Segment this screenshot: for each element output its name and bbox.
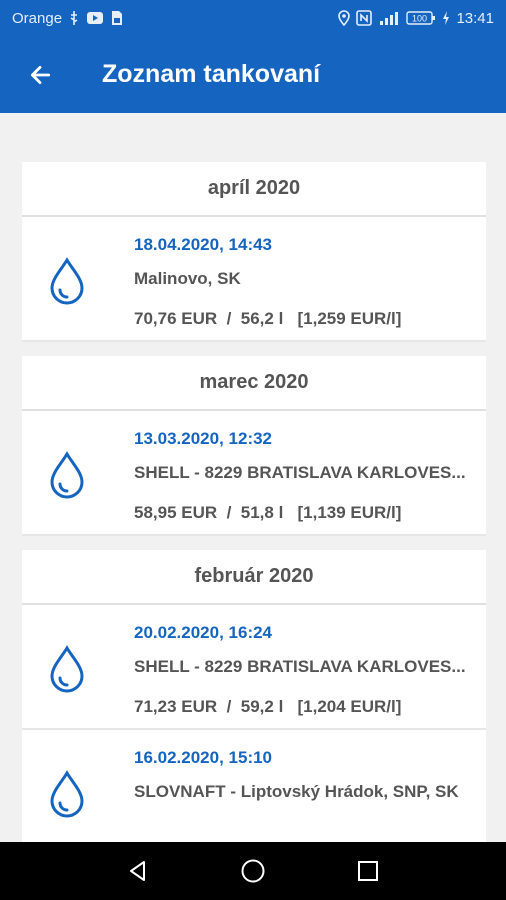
status-right: 100 13:41 <box>338 10 494 27</box>
carrier-name: Orange <box>12 9 63 27</box>
entry-date: 20.02.2020, 16:24 <box>134 623 273 642</box>
fuel-drop-icon <box>50 770 84 818</box>
entry-date: 16.02.2020, 15:10 <box>134 748 273 767</box>
app-bar: Zoznam tankovaní <box>0 36 506 113</box>
entry-date: 13.03.2020, 12:32 <box>134 429 273 448</box>
entry-station: Malinovo, SK <box>134 269 241 288</box>
arrow-back-icon <box>31 65 51 84</box>
status-bar: Orange 100 13:41 <box>0 0 506 36</box>
battery-icon: 100 <box>406 10 436 26</box>
youtube-icon <box>86 11 104 25</box>
entry-text: 16.02.2020, 15:10 SLOVNAFT - Liptovský H… <box>134 748 476 846</box>
month-header: február 2020 <box>22 550 486 605</box>
nav-recents-icon <box>358 861 379 881</box>
entry-date: 18.04.2020, 14:43 <box>134 235 273 254</box>
entry-text: 18.04.2020, 14:43 Malinovo, SK 70,76 EUR… <box>134 235 476 333</box>
entry-text: 13.03.2020, 12:32 SHELL - 8229 BRATISLAV… <box>134 429 476 527</box>
fuel-drop-icon <box>50 645 84 693</box>
nav-back-button[interactable] <box>116 849 160 893</box>
entry-text: 20.02.2020, 16:24 SHELL - 8229 BRATISLAV… <box>134 623 476 721</box>
page-title: Zoznam tankovaní <box>102 60 321 88</box>
list-item[interactable]: 18.04.2020, 14:43 Malinovo, SK 70,76 EUR… <box>22 217 486 342</box>
signal-icon <box>378 10 400 26</box>
month-header: marec 2020 <box>22 356 486 411</box>
location-icon <box>338 10 351 26</box>
list-item[interactable]: 16.02.2020, 15:10 SLOVNAFT - Liptovský H… <box>22 730 486 855</box>
entry-price: 58,95 EUR / 51,8 l [1,139 EUR/l] <box>134 503 402 522</box>
entry-station: SLOVNAFT - Liptovský Hrádok, SNP, SK <box>134 782 459 801</box>
entry-price: 71,23 EUR / 59,2 l [1,204 EUR/l] <box>134 697 402 716</box>
fuel-drop-icon <box>50 451 84 499</box>
sim-icon <box>110 10 124 26</box>
nav-back-icon <box>129 861 145 881</box>
entry-station: SHELL - 8229 BRATISLAVA KARLOVES... <box>134 657 466 676</box>
status-time: 13:41 <box>456 9 494 27</box>
nfc-icon <box>356 10 373 26</box>
nav-recents-button[interactable] <box>346 849 390 893</box>
list-item[interactable]: 13.03.2020, 12:32 SHELL - 8229 BRATISLAV… <box>22 411 486 536</box>
month-header: apríl 2020 <box>22 162 486 217</box>
system-nav-bar <box>0 842 506 900</box>
refuel-list[interactable]: apríl 2020 18.04.2020, 14:43 Malinovo, S… <box>22 162 486 855</box>
usb-icon <box>68 10 80 26</box>
nav-home-icon <box>241 859 265 883</box>
entry-station: SHELL - 8229 BRATISLAVA KARLOVES... <box>134 463 466 482</box>
entry-price: 70,76 EUR / 56,2 l [1,259 EUR/l] <box>134 309 402 328</box>
battery-level: 100 <box>412 14 427 24</box>
fuel-drop-icon <box>50 257 84 305</box>
back-button[interactable] <box>0 36 80 113</box>
list-item[interactable]: 20.02.2020, 16:24 SHELL - 8229 BRATISLAV… <box>22 605 486 730</box>
nav-home-button[interactable] <box>231 849 275 893</box>
status-left: Orange <box>12 10 124 27</box>
charging-icon <box>442 11 450 25</box>
